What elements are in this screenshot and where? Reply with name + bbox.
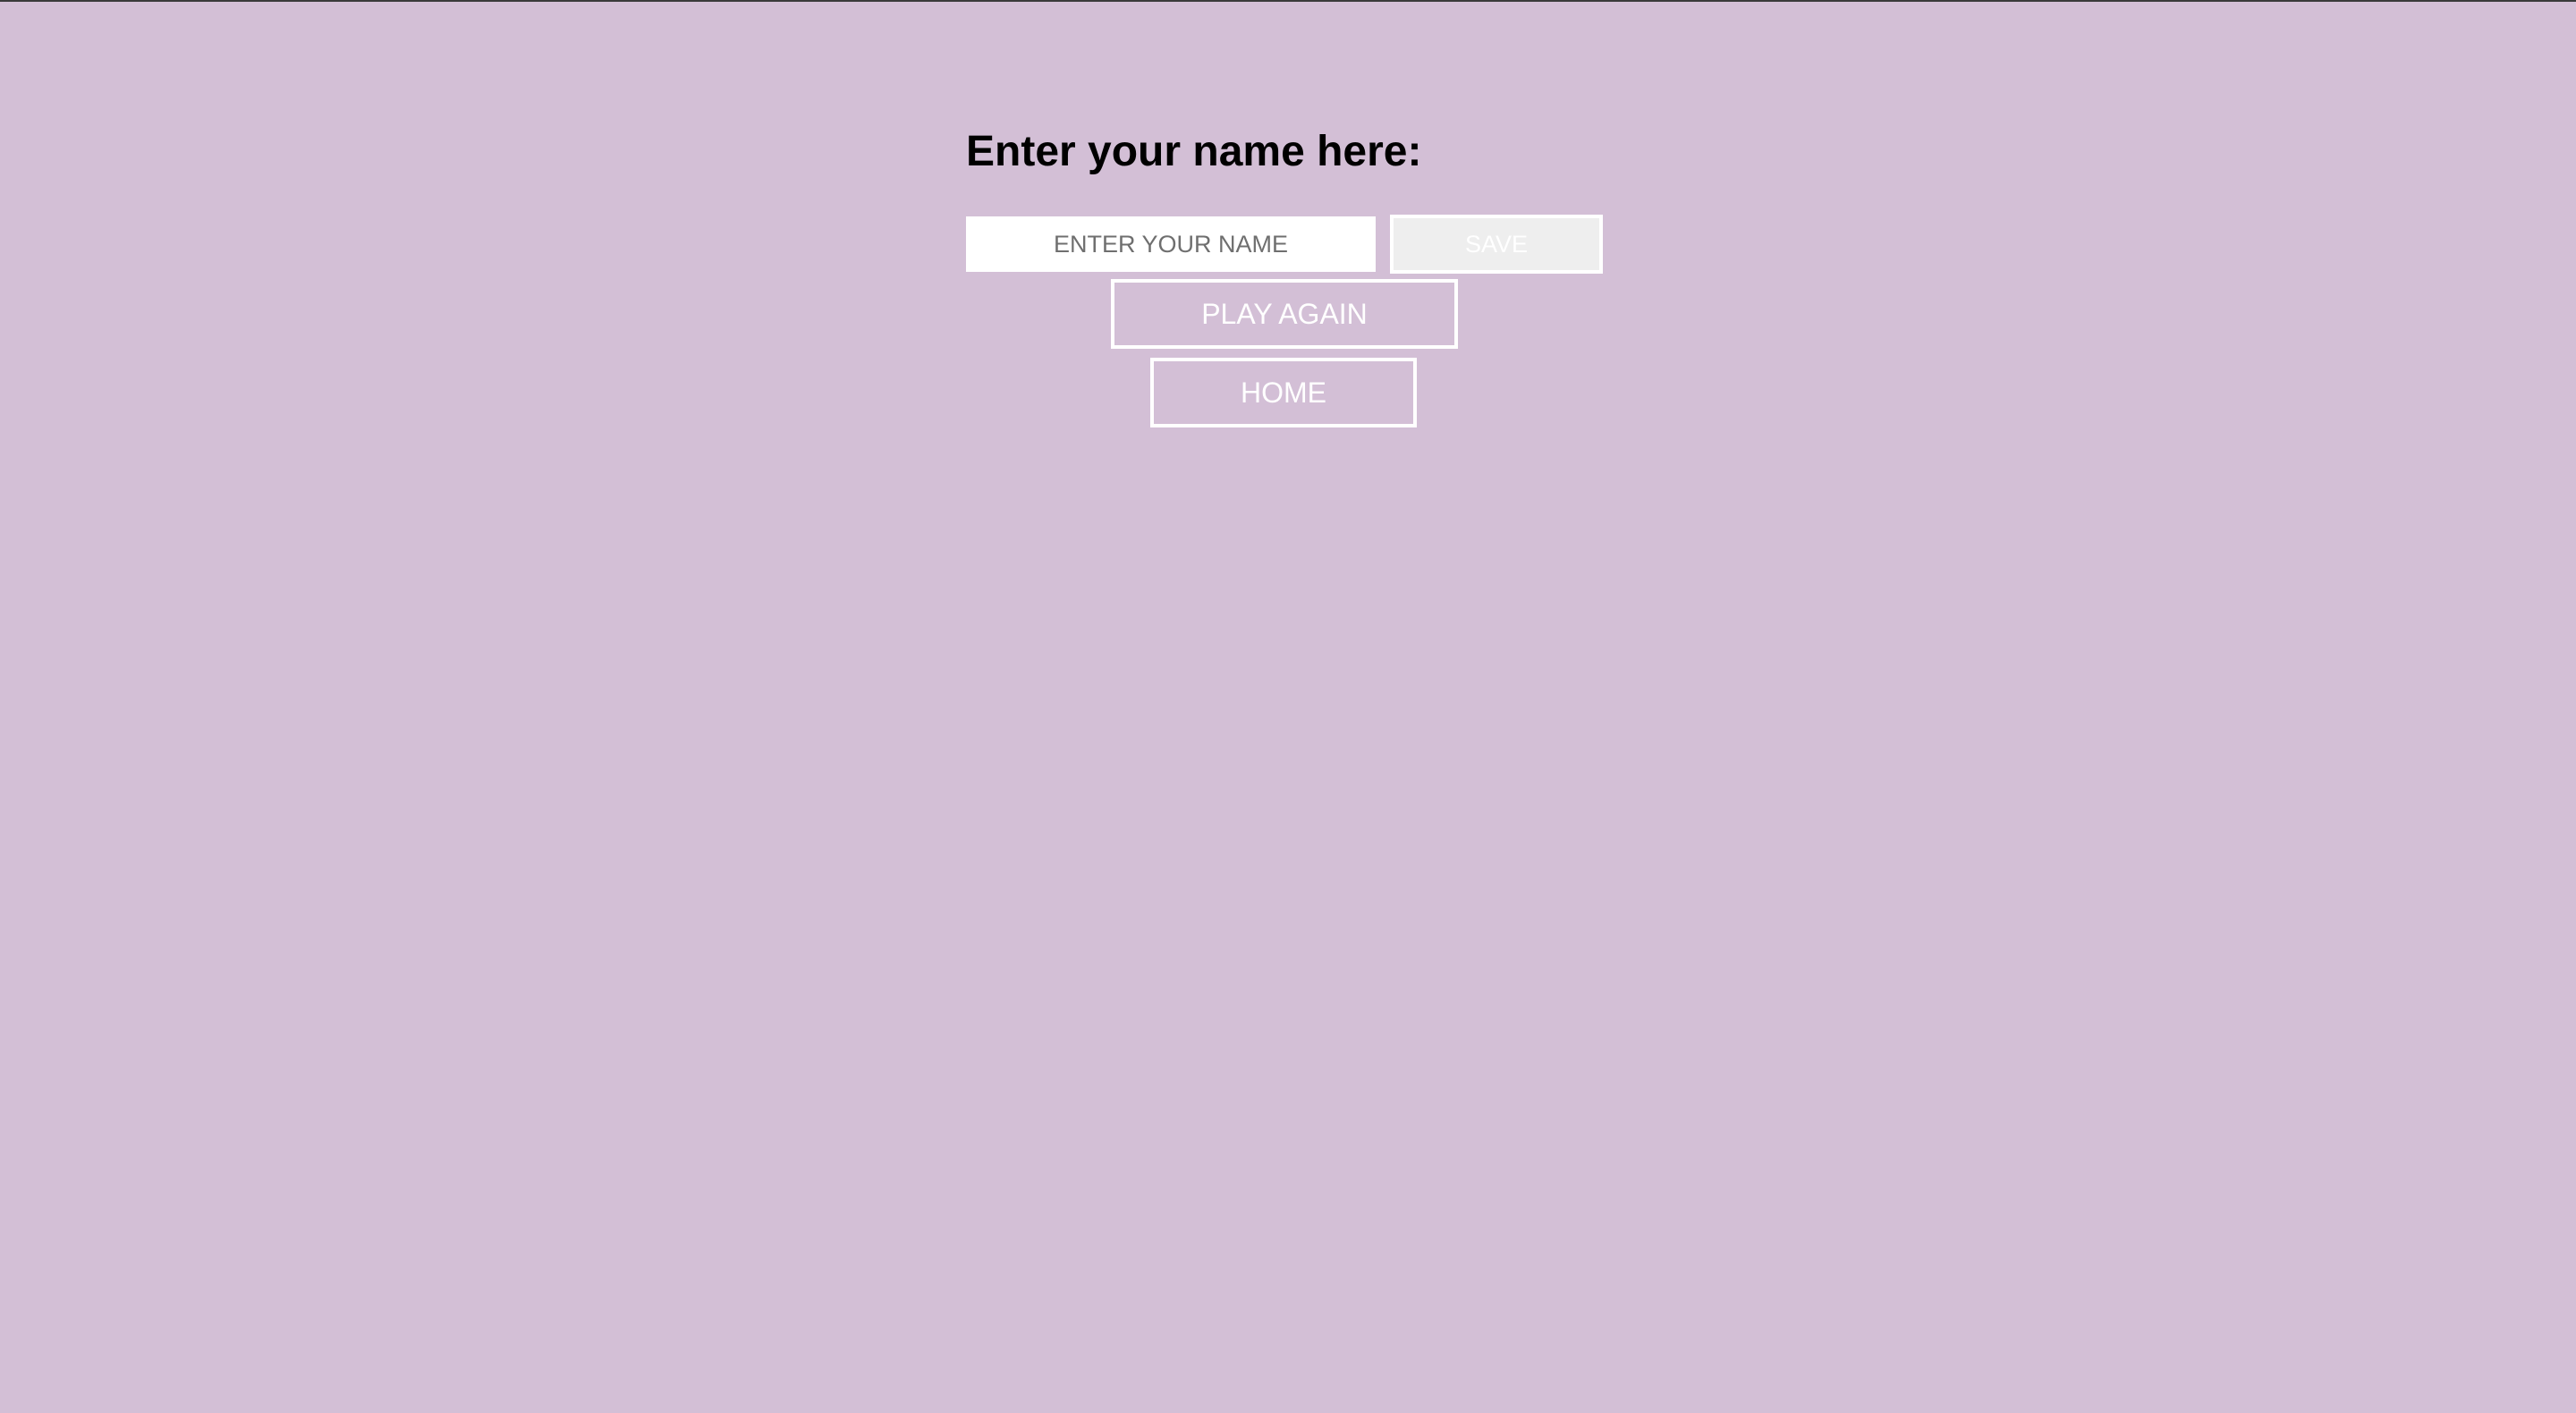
name-entry-panel: Enter your name here: SAVE bbox=[966, 125, 1610, 274]
top-divider bbox=[0, 0, 2576, 2]
page-title: Enter your name here: bbox=[966, 128, 1422, 175]
save-button[interactable]: SAVE bbox=[1390, 215, 1603, 274]
name-input[interactable] bbox=[966, 216, 1376, 272]
name-form-row: SAVE bbox=[966, 215, 1603, 274]
play-again-button[interactable]: PLAY AGAIN bbox=[1111, 279, 1458, 349]
home-button[interactable]: HOME bbox=[1150, 358, 1417, 427]
